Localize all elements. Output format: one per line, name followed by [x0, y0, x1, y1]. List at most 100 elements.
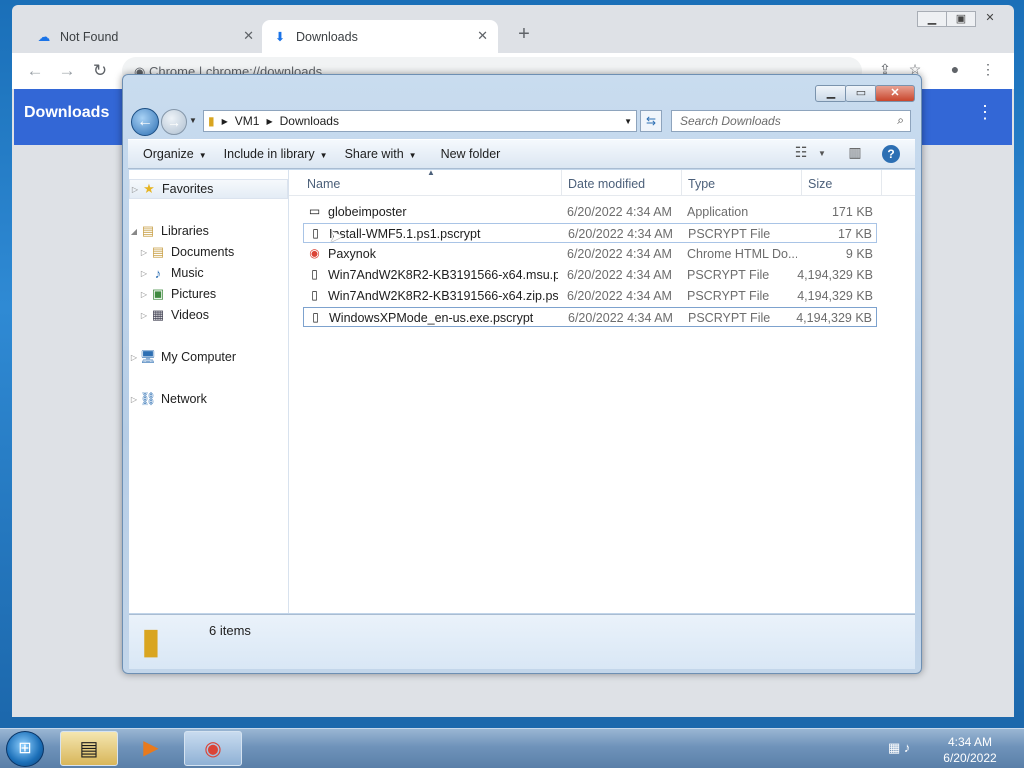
tab-not-found[interactable]: ☁ Not Found ✕ — [26, 20, 264, 53]
chrome-icon[interactable]: ◉ — [184, 731, 242, 766]
forward-arrow-icon[interactable]: → — [56, 61, 78, 81]
profile-icon[interactable]: ● — [944, 61, 966, 77]
file-size: 4,194,329 KB — [797, 289, 873, 303]
expand-icon[interactable]: ▷ — [139, 290, 149, 299]
network-status-icon[interactable]: ▦ — [888, 740, 900, 755]
file-row[interactable]: ▭ globeimposter 6/20/2022 4:34 AM Applic… — [303, 202, 877, 222]
tab-downloads[interactable]: ⬇ Downloads ✕ — [262, 20, 498, 53]
file-row[interactable]: ▯ Win7AndW2K8R2-KB3191566-x64.msu.ps... … — [303, 265, 877, 285]
file-size: 171 KB — [831, 205, 873, 219]
chevron-right-icon[interactable]: ▶ — [222, 117, 228, 126]
downloads-folder-icon: ▮ — [141, 620, 161, 661]
nav-label: Videos — [171, 308, 209, 322]
file-name: Install-WMF5.1.ps1.pscrypt — [329, 227, 481, 241]
media-player-icon[interactable]: ▶ — [122, 731, 180, 766]
column-date[interactable]: Date modified — [568, 177, 645, 191]
column-type[interactable]: Type — [688, 177, 715, 191]
preview-pane-icon[interactable]: ▥ — [845, 144, 865, 164]
system-tray: ▦ ♪ — [888, 740, 910, 756]
nav-network[interactable]: ▷ ⛓ Network — [129, 389, 288, 409]
address-dropdown-icon[interactable]: ▼ — [624, 117, 632, 126]
explorer-icon[interactable]: ▤ — [60, 731, 118, 766]
file-size: 4,194,329 KB — [796, 311, 872, 325]
chevron-right-icon[interactable]: ▶ — [266, 117, 272, 126]
more-icon[interactable]: ⋮ — [976, 102, 994, 123]
computer-icon: 🖥 — [139, 349, 157, 364]
file-date: 6/20/2022 4:34 AM — [567, 247, 672, 261]
clock[interactable]: 4:34 AM 6/20/2022 — [940, 734, 1000, 766]
tab-label: Downloads — [296, 29, 358, 44]
expand-icon[interactable]: ▷ — [139, 269, 149, 278]
close-button[interactable]: ✕ — [975, 11, 1005, 27]
column-size[interactable]: Size — [808, 177, 832, 191]
nav-pictures[interactable]: ▷ ▣ Pictures — [129, 284, 288, 304]
new-tab-button[interactable]: + — [512, 23, 536, 46]
nav-libraries[interactable]: ◢ ▤ Libraries — [129, 221, 288, 241]
nav-documents[interactable]: ▷ ▤ Documents — [129, 242, 288, 262]
nav-videos[interactable]: ▷ ▦ Videos — [129, 305, 288, 325]
search-input[interactable]: Search Downloads ⌕ — [671, 110, 911, 132]
download-icon: ⬇ — [274, 30, 286, 44]
address-bar[interactable]: ▮ ▶ VM1 ▶ Downloads ▼ — [203, 110, 637, 132]
reload-icon[interactable]: ↻ — [89, 61, 111, 81]
search-placeholder: Search Downloads — [680, 114, 781, 128]
maximize-button[interactable]: ▭ — [845, 85, 877, 102]
new-folder-button[interactable]: New folder — [441, 147, 501, 161]
menu-icon[interactable]: ⋮ — [977, 61, 999, 78]
file-size: 4,194,329 KB — [797, 268, 873, 282]
application-icon: ▭ — [308, 204, 321, 218]
view-options-icon[interactable]: ☷ — [791, 144, 811, 164]
expand-icon[interactable]: ▷ — [139, 248, 149, 257]
close-tab-icon[interactable]: ✕ — [243, 28, 254, 44]
file-row[interactable]: ▯ WindowsXPMode_en-us.exe.pscrypt 6/20/2… — [303, 307, 877, 327]
column-headers: Name ▲ Date modified Type Size — [289, 168, 915, 196]
help-icon[interactable]: ? — [882, 145, 900, 163]
close-button[interactable]: ✕ — [875, 85, 915, 102]
back-icon[interactable]: ← — [131, 108, 159, 136]
close-tab-icon[interactable]: ✕ — [477, 28, 488, 44]
refresh-icon[interactable]: ⇆ — [640, 110, 662, 132]
folder-icon: ▮ — [208, 114, 215, 128]
nav-label: Favorites — [162, 182, 214, 196]
back-arrow-icon[interactable]: ← — [24, 61, 46, 81]
file-name: WindowsXPMode_en-us.exe.pscrypt — [329, 311, 534, 325]
history-dropdown-icon[interactable]: ▼ — [189, 116, 197, 125]
nav-music[interactable]: ▷ ♪ Music — [129, 263, 288, 283]
search-icon[interactable]: ⌕ — [897, 113, 904, 128]
file-row[interactable]: ◉ Paxynok 6/20/2022 4:34 AM Chrome HTML … — [303, 244, 877, 264]
breadcrumb-downloads[interactable]: Downloads — [280, 114, 339, 128]
network-icon: ⛓ — [139, 391, 157, 406]
file-list: Name ▲ Date modified Type Size ▭ globeim… — [289, 168, 915, 613]
breadcrumb-vm1[interactable]: VM1 — [235, 114, 260, 128]
pictures-icon: ▣ — [151, 286, 165, 301]
file-row[interactable]: ▯ Install-WMF5.1.ps1.pscrypt 6/20/2022 4… — [303, 223, 877, 243]
expand-icon[interactable]: ▷ — [139, 311, 149, 320]
view-dropdown-icon[interactable]: ▼ — [816, 144, 828, 164]
expand-icon[interactable]: ▷ — [129, 353, 139, 362]
expand-icon[interactable]: ▷ — [129, 395, 139, 404]
nav-label: Pictures — [171, 287, 217, 301]
organize-button[interactable]: Organize ▼ — [143, 147, 207, 161]
expand-icon[interactable]: ▷ — [130, 185, 140, 194]
page-title: Downloads — [24, 104, 110, 121]
collapse-icon[interactable]: ◢ — [129, 227, 139, 236]
minimize-button[interactable]: ▁ — [815, 85, 847, 102]
volume-icon[interactable]: ♪ — [904, 740, 911, 755]
file-icon: ▯ — [311, 288, 318, 302]
music-icon: ♪ — [154, 265, 162, 281]
include-in-library-button[interactable]: Include in library ▼ — [224, 147, 328, 161]
maximize-button[interactable]: ▣ — [946, 11, 976, 27]
file-icon: ▯ — [312, 226, 319, 240]
minimize-button[interactable]: ▁ — [917, 11, 947, 27]
nav-my-computer[interactable]: ▷ 🖥 My Computer — [129, 347, 288, 367]
start-button[interactable]: ⊞ — [6, 731, 44, 767]
column-name[interactable]: Name — [307, 177, 340, 191]
file-type: PSCRYPT File — [688, 311, 771, 325]
nav-favorites[interactable]: ▷ ★ Favorites — [129, 179, 288, 199]
share-with-button[interactable]: Share with ▼ — [345, 147, 417, 161]
file-type: Chrome HTML Do... — [687, 247, 797, 261]
library-icon: ▤ — [141, 223, 155, 238]
file-row[interactable]: ▯ Win7AndW2K8R2-KB3191566-x64.zip.psc...… — [303, 286, 877, 306]
forward-icon[interactable]: → — [161, 109, 187, 135]
file-type: PSCRYPT File — [688, 227, 771, 241]
